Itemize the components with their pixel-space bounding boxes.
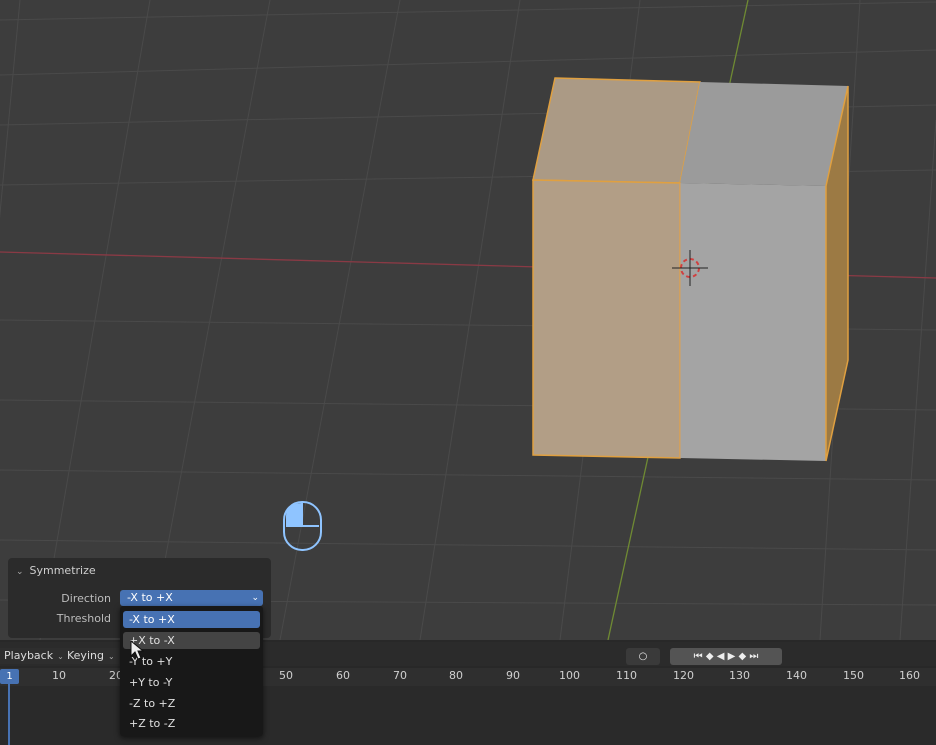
ruler-tick: 50 <box>279 669 293 682</box>
ruler-tick: 10 <box>52 669 66 682</box>
ruler-tick: 100 <box>559 669 580 682</box>
menu-item-neg-x-to-pos-x[interactable]: -X to +X <box>123 611 260 628</box>
keying-label: Keying <box>67 649 104 662</box>
mouse-pointer-icon <box>130 640 144 660</box>
menu-item-neg-z-to-pos-z[interactable]: -Z to +Z <box>123 695 260 712</box>
jump-end-icon[interactable]: ⏭ <box>749 651 758 662</box>
record-circle-icon: ○ <box>638 651 648 662</box>
auto-keying-toggle[interactable]: ○ <box>626 648 660 665</box>
direction-value: -X to +X <box>127 591 173 604</box>
current-frame-indicator[interactable]: 1 <box>0 669 19 684</box>
chevron-down-icon: ⌄ <box>107 652 115 661</box>
ruler-tick: 150 <box>843 669 864 682</box>
panel-header[interactable]: ⌄ Symmetrize <box>16 564 96 577</box>
menu-item-pos-y-to-neg-y[interactable]: +Y to -Y <box>123 674 260 691</box>
chevron-down-icon: ⌄ <box>251 593 259 603</box>
ruler-tick: 90 <box>506 669 520 682</box>
viewport-scene <box>0 0 936 640</box>
playhead[interactable] <box>8 684 10 745</box>
ruler-tick: 80 <box>449 669 463 682</box>
chevron-down-icon: ⌄ <box>16 567 24 577</box>
direction-menu: -X to +X +X to -X -Y to +Y +Y to -Y -Z t… <box>120 606 263 736</box>
ruler-tick: 140 <box>786 669 807 682</box>
play-reverse-icon[interactable]: ◀ <box>717 651 725 662</box>
panel-title: Symmetrize <box>29 564 96 577</box>
play-icon[interactable]: ▶ <box>728 651 736 662</box>
direction-label: Direction <box>61 592 111 605</box>
3d-viewport[interactable]: ⌄ Symmetrize Direction -X to +X ⌄ Thresh… <box>0 0 936 640</box>
ruler-tick: 130 <box>729 669 750 682</box>
ruler-tick: 110 <box>616 669 637 682</box>
ruler-tick: 160 <box>899 669 920 682</box>
threshold-label: Threshold <box>56 612 111 625</box>
prev-keyframe-icon[interactable]: ◆ <box>706 651 714 662</box>
playback-controls: ⏮ ◆ ◀ ▶ ◆ ⏭ <box>670 648 782 665</box>
playback-menu[interactable]: Playback ⌄ <box>0 648 68 664</box>
ruler-tick: 120 <box>673 669 694 682</box>
jump-start-icon[interactable]: ⏮ <box>694 651 703 662</box>
ruler-tick: 60 <box>336 669 350 682</box>
menu-item-pos-z-to-neg-z[interactable]: +Z to -Z <box>123 715 260 732</box>
direction-dropdown[interactable]: -X to +X ⌄ <box>120 590 263 606</box>
playback-label: Playback <box>4 649 54 662</box>
next-keyframe-icon[interactable]: ◆ <box>738 651 746 662</box>
ruler-tick: 70 <box>393 669 407 682</box>
keying-menu[interactable]: Keying ⌄ <box>63 648 119 664</box>
